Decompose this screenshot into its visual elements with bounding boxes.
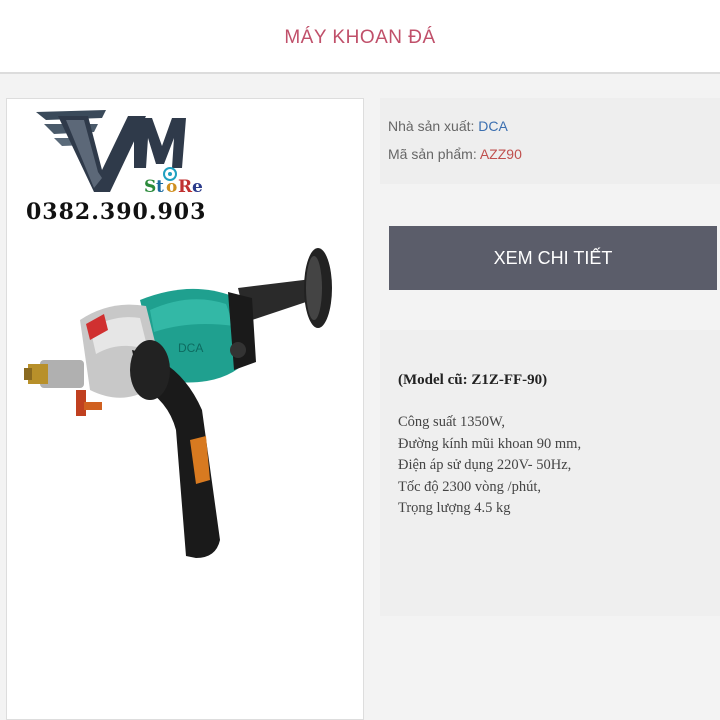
spec-item: Đường kính mũi khoan 90 mm, (398, 435, 582, 452)
view-detail-button[interactable]: XEM CHI TIẾT (389, 226, 717, 290)
product-code-label: Mã sản phẩm: (388, 146, 477, 162)
product-info-card (380, 98, 720, 184)
tool-brand-label: DCA (178, 341, 203, 355)
product-code-row: Mã sản phẩm: AZZ90 (388, 146, 522, 162)
spec-item: Công suất 1350W, (398, 414, 506, 430)
page-header: MÁY KHOAN ĐÁ (0, 0, 720, 74)
manufacturer-row: Nhà sản xuất: DCA (388, 118, 508, 134)
store-phone: 0382.390.903 (26, 199, 207, 225)
page-title: MÁY KHOAN ĐÁ (284, 27, 436, 48)
vm-store-logo-icon: S t o R e (36, 110, 203, 197)
spec-item: Điện áp sử dụng 220V- 50Hz, (398, 457, 572, 473)
svg-text:t: t (156, 177, 164, 197)
old-model-note: (Model cũ: Z1Z-FF-90) (398, 372, 548, 388)
svg-text:S: S (144, 177, 156, 197)
spec-item: Trọng lượng 4.5 kg (398, 500, 511, 516)
rock-drill-image: DCA (24, 248, 332, 558)
manufacturer-label: Nhà sản xuất: (388, 118, 475, 134)
svg-text:e: e (192, 177, 203, 197)
spec-item: Tốc độ 2300 vòng /phút, (398, 478, 541, 495)
product-code-value: AZZ90 (479, 146, 522, 162)
svg-text:R: R (178, 177, 193, 197)
manufacturer-link[interactable]: DCA (478, 118, 508, 134)
spec-list: Công suất 1350W, Đường kính mũi khoan 90… (398, 412, 581, 520)
